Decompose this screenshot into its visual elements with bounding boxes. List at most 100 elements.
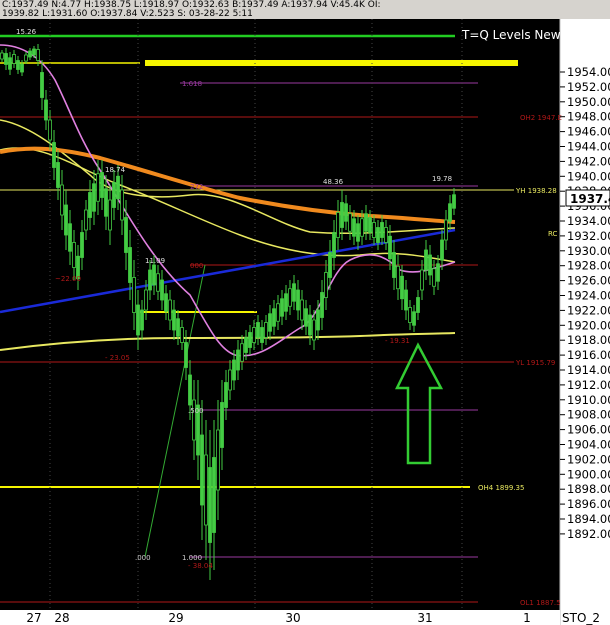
candle-body [276,303,280,322]
candle-body [312,319,316,341]
candle-body [380,222,384,238]
price-tick-label: 1934.00 [567,214,610,228]
candle-body [12,54,16,64]
fib-000-label: 000 [190,262,203,270]
candle-body [180,327,184,343]
candle-body [416,297,420,313]
candle-body [128,247,132,283]
candle-body [28,50,32,58]
candle-body [248,332,252,348]
price-tick-label: 1922.00 [567,303,610,317]
candle-body [424,249,428,271]
candle-body [104,188,108,217]
price-tick-label: 1954.00 [567,65,610,79]
candle-body [236,349,240,371]
candle-body [64,204,68,236]
oscillator-label: STO_2 [562,611,600,625]
candle-body [160,279,164,301]
candle-body [224,382,228,408]
price-tick-label: 1916.00 [567,348,610,362]
candle-body [16,60,20,70]
candle-body [148,269,152,291]
candle-body [360,218,364,237]
candle-body [240,343,244,362]
candle-body [192,399,196,441]
price-tick-label: 1920.00 [567,318,610,332]
swing-label-8: - 19.31 [385,337,410,345]
candle-body [252,327,256,343]
swing-label-5: - 23.05 [105,354,130,362]
candle-body [112,182,116,208]
date-label: 29 [168,611,183,625]
yl-label: YL 1915.79 [515,359,555,367]
rc-label: RC [548,230,558,238]
candle-body [40,72,44,98]
candle-body [204,454,208,526]
candle-body [24,54,28,62]
candle-body [404,289,408,311]
fib-1618-label: 1.618 [182,80,202,88]
candle-body [260,327,264,343]
price-tick-label: 1912.00 [567,378,610,392]
swing-label-3: 11.09 [145,257,165,265]
candle-body [84,209,88,231]
candle-body [72,242,76,268]
candle-body [448,203,452,222]
candle-body [336,212,340,238]
candle-body [168,299,172,321]
oh4-label: OH4 1899.35 [478,484,524,492]
date-axis [0,610,560,625]
candle-body [0,52,4,60]
candle-body [352,218,356,237]
candle-body [432,268,436,287]
candle-body [164,293,168,312]
candle-body [280,298,284,317]
price-tick-label: 1928.00 [567,259,610,273]
candle-body [288,288,292,307]
candle-body [208,467,212,543]
swing-label-4: ~22.00 [55,275,81,283]
candle-body [296,289,300,311]
candle-body [440,239,444,261]
candle-body [132,277,136,313]
price-tick-label: 1906.00 [567,423,610,437]
candle-body [36,49,40,61]
candle-body [68,223,72,252]
candle-body [8,57,12,70]
candle-body [256,322,260,338]
candle-body [44,99,48,121]
candle-body [228,369,232,391]
swing-label-1: 15.26 [16,28,37,36]
candle-body [372,222,376,238]
candle-body [200,434,204,506]
price-tick-label: 1944.00 [567,140,610,154]
candle-body [124,217,128,253]
candle-body [120,189,124,221]
swing-label-6: 48.36 [323,178,344,186]
price-tick-label: 1908.00 [567,408,610,422]
date-label: 31 [417,611,432,625]
quote-info-bar: C:1937.49 N:4.77 H:1938.75 L:1918.97 O:1… [0,0,610,20]
candle-body [320,292,324,318]
price-tick-label: 1892.00 [567,527,610,541]
candle-body [396,265,400,290]
candle-body [108,199,112,231]
candle-body [388,235,392,260]
price-tick-label: 1894.00 [567,512,610,526]
price-tick-label: 1918.00 [567,333,610,347]
swing-label-2: 18.74 [105,166,126,174]
price-chart[interactable]: 1954.001952.001950.001948.001946.001944.… [0,19,610,625]
candle-body [344,203,348,222]
quote-line-2: 1939.82 L:1931.60 O:1937.84 V:2.523 S: 0… [2,9,253,19]
swing-label-7: 19.78 [432,175,452,183]
candle-body [436,263,440,282]
candle-body [348,213,352,232]
candle-body [136,304,140,336]
candle-body [364,213,368,232]
candle-body [332,232,336,258]
candle-body [32,48,36,56]
candle-body [264,322,268,338]
candle-body [340,202,344,228]
candle-body [244,337,248,353]
price-tick-label: 1896.00 [567,497,610,511]
